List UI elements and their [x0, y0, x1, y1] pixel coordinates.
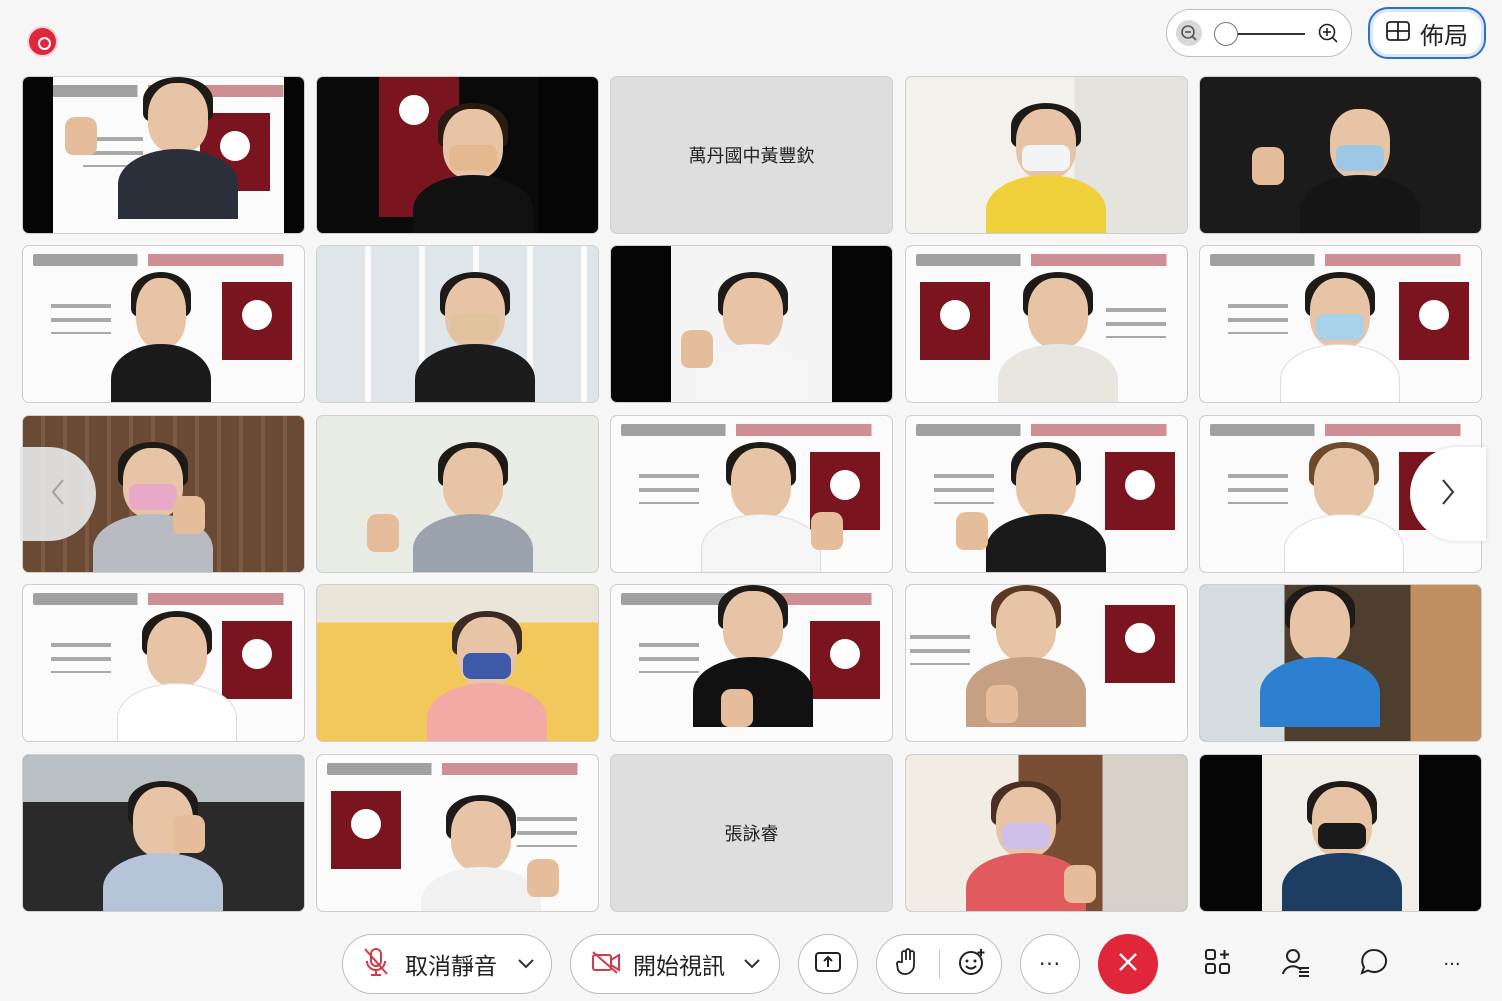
unmute-label: 取消靜音	[405, 954, 497, 980]
participant-tile[interactable]	[610, 584, 893, 742]
participant-tile[interactable]	[1199, 754, 1482, 912]
share-icon	[814, 950, 842, 978]
participant-tile[interactable]	[1199, 584, 1482, 742]
chevron-down-icon[interactable]	[743, 955, 761, 974]
participant-tile[interactable]	[316, 754, 599, 912]
participant-name: 張詠睿	[724, 824, 779, 845]
meeting-window: 佈局 萬丹國中黃豐欽 張詠睿 取消靜音 開始視訊 ··· ···	[0, 0, 1502, 1001]
participant-tile[interactable]	[1199, 245, 1482, 403]
overflow-label: ···	[1443, 953, 1461, 975]
participant-tile[interactable]	[905, 584, 1188, 742]
mic-muted-icon	[363, 947, 389, 981]
participant-tile[interactable]	[316, 245, 599, 403]
zoom-slider-thumb[interactable]	[1214, 22, 1238, 46]
video-off-icon	[591, 950, 621, 978]
apps-button[interactable]	[1198, 944, 1238, 984]
participant-tile[interactable]	[316, 76, 599, 234]
participant-name: 萬丹國中黃豐欽	[688, 146, 815, 167]
participant-tile[interactable]: 張詠睿	[610, 754, 893, 912]
zoom-out-icon[interactable]	[1176, 20, 1202, 46]
participant-tile[interactable]	[22, 76, 305, 234]
participant-tile[interactable]	[316, 415, 599, 573]
participants-icon	[1281, 947, 1311, 981]
participants-button[interactable]	[1276, 944, 1316, 984]
end-call-button[interactable]	[1098, 934, 1158, 994]
participant-tile[interactable]	[905, 754, 1188, 912]
zoom-in-icon[interactable]	[1315, 20, 1341, 46]
start-video-button[interactable]: 開始視訊	[570, 934, 780, 994]
chevron-right-icon	[1440, 478, 1456, 510]
participant-tile[interactable]	[22, 245, 305, 403]
participant-tile[interactable]: 萬丹國中黃豐欽	[610, 76, 893, 234]
participant-tile[interactable]	[316, 584, 599, 742]
layout-button[interactable]: 佈局	[1368, 7, 1486, 59]
participant-tile[interactable]	[610, 245, 893, 403]
more-options-button[interactable]: ···	[1020, 934, 1080, 994]
participant-tile[interactable]	[610, 415, 893, 573]
raise-hand-icon[interactable]	[895, 948, 919, 980]
reactions-group	[876, 934, 1002, 994]
apps-icon	[1204, 948, 1232, 980]
layout-icon	[1386, 19, 1410, 47]
more-label: ···	[1038, 952, 1062, 976]
layout-label: 佈局	[1420, 21, 1468, 50]
unmute-button[interactable]: 取消靜音	[342, 934, 552, 994]
start-video-label: 開始視訊	[633, 954, 725, 980]
reaction-icon[interactable]	[958, 948, 986, 980]
chat-button[interactable]	[1354, 944, 1394, 984]
record-icon[interactable]	[29, 28, 56, 55]
chevron-left-icon	[50, 478, 66, 510]
share-button[interactable]	[798, 934, 858, 994]
participant-tile[interactable]	[905, 76, 1188, 234]
participant-tile[interactable]	[905, 245, 1188, 403]
participant-tile[interactable]	[22, 754, 305, 912]
zoom-control	[1166, 9, 1352, 57]
participant-tile[interactable]	[22, 584, 305, 742]
chevron-down-icon[interactable]	[517, 955, 535, 974]
participant-tile[interactable]	[905, 415, 1188, 573]
participant-tile[interactable]	[1199, 76, 1482, 234]
chat-icon	[1360, 948, 1388, 980]
overflow-menu-button[interactable]: ···	[1432, 944, 1472, 984]
end-call-icon	[1117, 951, 1139, 977]
